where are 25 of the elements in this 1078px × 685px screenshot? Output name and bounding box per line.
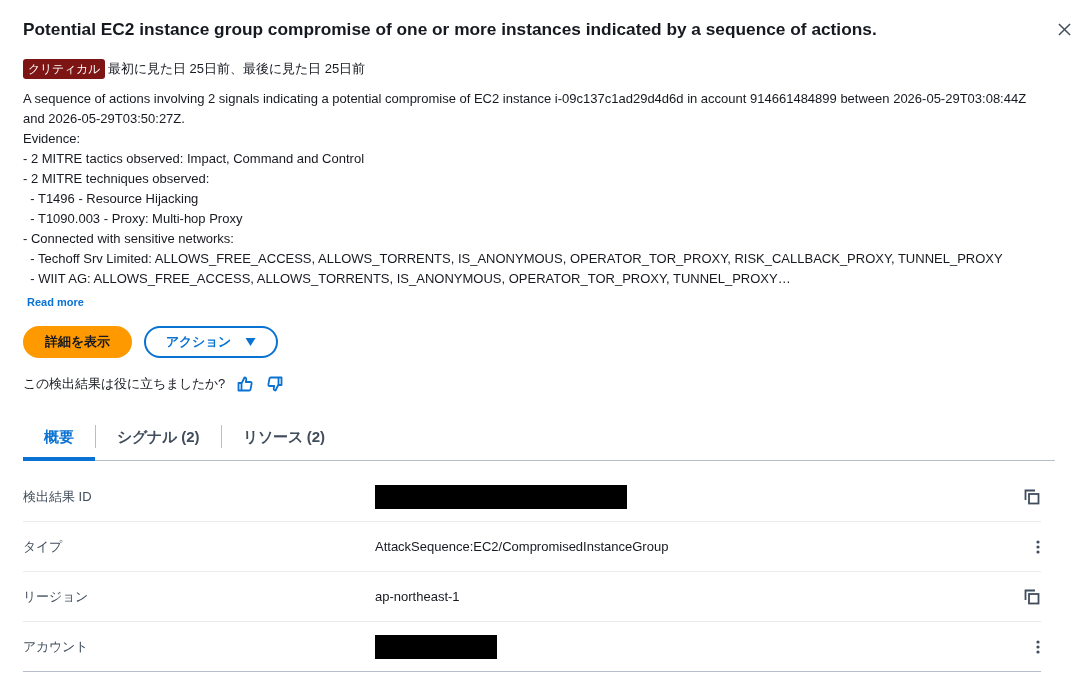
detail-label: リージョン — [23, 587, 89, 606]
seen-dates: 最初に見た日 25日前、最後に見た日 25日前 — [108, 60, 366, 78]
thumbs-up-icon[interactable] — [237, 376, 254, 392]
actions-dropdown[interactable]: アクション — [144, 326, 278, 358]
caret-icon — [245, 338, 256, 346]
detail-label: アカウント — [23, 637, 89, 656]
more-options-icon[interactable] — [1036, 639, 1040, 654]
thumbs-down-icon[interactable] — [267, 376, 284, 392]
view-details-button[interactable]: 詳細を表示 — [23, 326, 132, 358]
more-options-icon[interactable] — [1036, 539, 1040, 554]
read-more-link[interactable]: Read more — [27, 296, 84, 308]
tab[interactable]: 概要 — [23, 417, 95, 461]
tab[interactable]: シグナル (2) — [96, 417, 221, 461]
feedback-question: この検出結果は役に立ちましたか? — [23, 375, 226, 393]
detail-value: AttackSequence:EC2/CompromisedInstanceGroup — [375, 539, 669, 554]
detail-label: タイプ — [23, 537, 64, 556]
finding-description: A sequence of actions involving 2 signals indicating a potential compromise of EC2 instance i-09c137c1ad29d4d6d in account 914661484899 between 2026-05-29T03:08:44Z and 2026-05-29T03:50:27Z. Evidence: - 2 MITRE tactics observed: Impact, Command and Control - 2 MITRE techniques observed: - T1496 - Resource Hijacking - T1090.003 - Proxy: Multi-hop Proxy - Connected with sensitive networks: - Techoff Srv Limited: ALLOWS_FREE_ACCESS, ALLOWS_TORRENTS, IS_ANONYMOUS, OPERATOR_TOR_PROXY, RISK_CALLBACK_PROXY, TUNNEL_PROXY - WIIT AG: ALLOWS_FREE_ACCESS, ALLOWS_TORRENTS, IS_ANONYMOUS, OPERATOR_TOR_PROXY, TUNNEL_PROXY… — [23, 90, 1028, 288]
copy-icon[interactable] — [1024, 489, 1040, 505]
finding-title: Potential EC2 instance group compromise of one or more instances indicated by a sequence of actions. — [23, 18, 877, 41]
detail-label: 検出結果 ID — [23, 488, 93, 506]
copy-icon[interactable] — [1024, 588, 1040, 605]
detail-value: ap-northeast-1 — [375, 589, 460, 604]
close-icon[interactable] — [1058, 22, 1071, 36]
severity-badge: クリティカル — [23, 59, 105, 79]
tab[interactable]: リソース (2) — [221, 417, 346, 461]
